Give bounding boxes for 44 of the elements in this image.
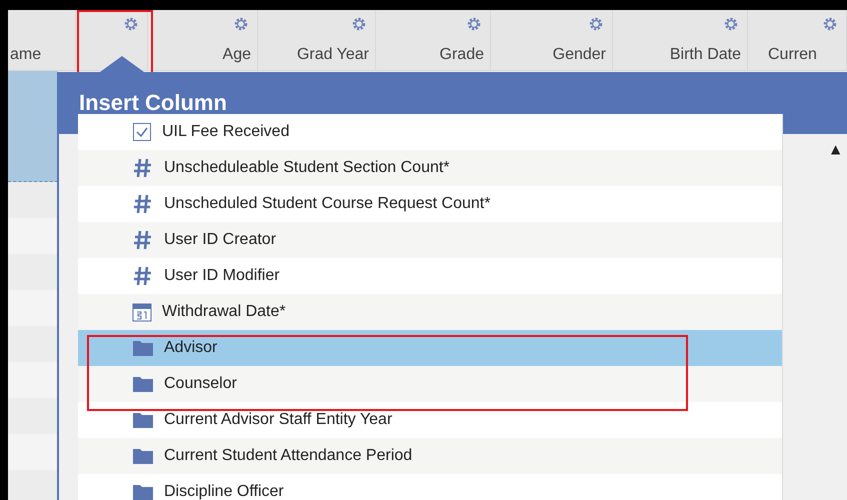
- column-label: Curren: [768, 46, 817, 64]
- column-header[interactable]: Grad Year: [258, 10, 376, 70]
- column-header[interactable]: Age: [148, 10, 258, 70]
- column-header[interactable]: Gender: [491, 10, 613, 70]
- column-option[interactable]: Discipline Officer: [78, 474, 782, 500]
- checkbox-icon: [132, 122, 152, 142]
- column-option[interactable]: Current Advisor Staff Entity Year: [78, 402, 782, 438]
- number-icon: [132, 229, 154, 251]
- gear-icon[interactable]: [723, 16, 739, 32]
- gear-icon[interactable]: [466, 16, 482, 32]
- folder-icon: [132, 411, 154, 429]
- column-label: Grade: [440, 46, 484, 64]
- column-label: Grad Year: [296, 46, 369, 64]
- folder-icon: [132, 375, 154, 393]
- column-option[interactable]: User ID Modifier: [78, 258, 782, 294]
- gear-icon[interactable]: [351, 16, 367, 32]
- calendar-icon: [132, 302, 152, 322]
- popup-pointer-icon: [100, 56, 144, 72]
- gear-icon[interactable]: [123, 16, 139, 32]
- gear-icon[interactable]: [588, 16, 604, 32]
- column-label: Birth Date: [670, 46, 741, 64]
- folder-icon: [132, 483, 154, 500]
- column-label: ame: [10, 46, 42, 64]
- gear-icon[interactable]: [822, 16, 838, 32]
- folder-icon: [132, 339, 154, 357]
- number-icon: [132, 157, 154, 179]
- column-label: Gender: [552, 46, 606, 64]
- gear-icon[interactable]: [233, 16, 249, 32]
- column-option[interactable]: Counselor: [78, 366, 782, 402]
- column-label: Age: [222, 46, 251, 64]
- column-option[interactable]: Current Student Attendance Period: [78, 438, 782, 474]
- column-header[interactable]: Curren: [748, 10, 847, 70]
- column-option[interactable]: User ID Creator: [78, 222, 782, 258]
- column-option[interactable]: Unscheduleable Student Section Count*: [78, 150, 782, 186]
- column-header[interactable]: Birth Date: [613, 10, 748, 70]
- column-header[interactable]: Grade: [376, 10, 491, 70]
- column-header[interactable]: ame: [8, 10, 76, 70]
- column-option[interactable]: Withdrawal Date*: [78, 294, 782, 330]
- scroll-up-button[interactable]: ▲: [831, 142, 840, 156]
- folder-icon: [132, 447, 154, 465]
- number-icon: [132, 193, 154, 215]
- number-icon: [132, 265, 154, 287]
- column-option[interactable]: Unscheduled Student Course Request Count*: [78, 186, 782, 222]
- column-option[interactable]: Advisor: [78, 330, 782, 366]
